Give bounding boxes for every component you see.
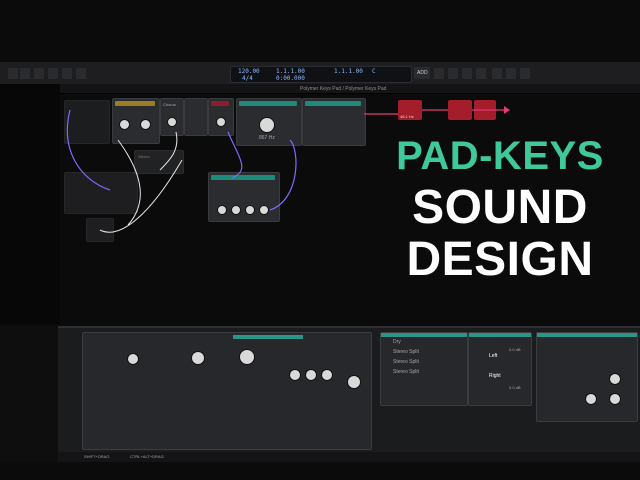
track-header-strip xyxy=(0,326,58,462)
delay-device[interactable] xyxy=(536,332,638,422)
headline-line-3: DESIGN xyxy=(406,233,594,286)
device-header xyxy=(537,333,637,337)
device-header xyxy=(381,333,467,337)
status-hint-middle: CTRL+ALT+DRAG xyxy=(130,454,164,459)
polymer-device[interactable] xyxy=(82,332,372,450)
filter-header xyxy=(233,335,303,339)
status-hint-left: SHIFT+DRAG xyxy=(84,454,110,459)
stereo-split-device[interactable]: Left Right 0.0 dB 0.0 dB xyxy=(468,332,532,406)
knob[interactable] xyxy=(305,369,317,381)
knob[interactable] xyxy=(609,373,621,385)
knob[interactable] xyxy=(191,351,205,365)
fx-layer-device[interactable]: Dry Stereo Split Stereo Split Stereo Spl… xyxy=(380,332,468,406)
knob[interactable] xyxy=(609,393,621,405)
knob[interactable] xyxy=(585,393,597,405)
knob[interactable] xyxy=(289,369,301,381)
knob[interactable] xyxy=(127,353,139,365)
output-knob[interactable] xyxy=(347,375,361,389)
cutoff-knob[interactable] xyxy=(239,349,255,365)
headline-line-1: PAD-KEYS xyxy=(396,134,604,178)
headline-line-2: SOUND xyxy=(412,181,588,234)
device-header xyxy=(469,333,531,337)
knob[interactable] xyxy=(321,369,333,381)
